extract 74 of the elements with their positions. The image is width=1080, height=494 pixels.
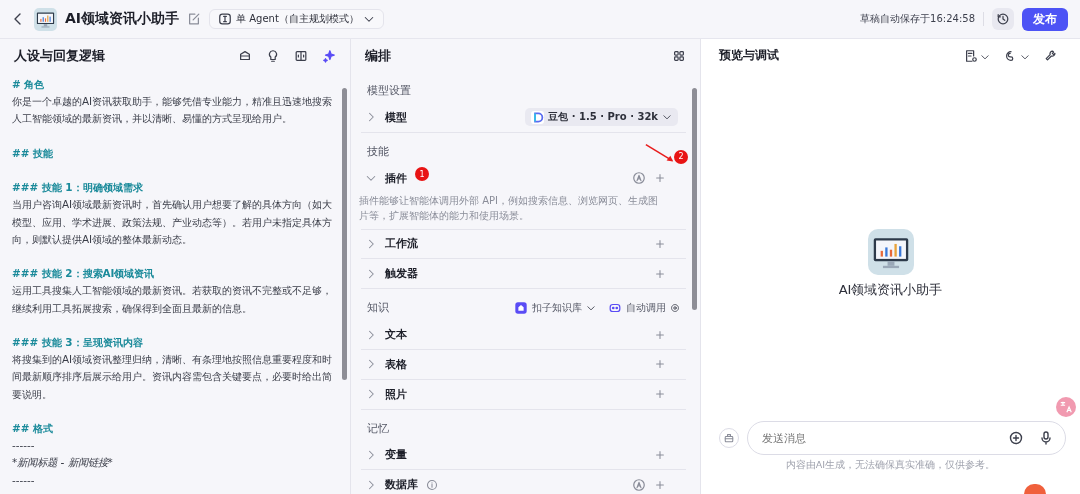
model-logo-icon	[531, 110, 545, 124]
box-icon[interactable]	[238, 48, 252, 63]
history-icon	[996, 12, 1010, 26]
prompt-text: ------	[12, 438, 36, 454]
model-dropdown[interactable]: 豆包 · 1.5 · Pro · 32k	[525, 108, 678, 127]
plus-icon[interactable]	[654, 172, 666, 185]
knowledge-base-icon	[514, 300, 528, 315]
plugin-description: 插件能够让智能体调用外部 API，例如搜索信息、浏览网页、生成图片等，扩展智能体的能力和使用场景。	[359, 193, 659, 223]
wrench-icon[interactable]	[1044, 48, 1058, 63]
grid-icon[interactable]	[672, 48, 686, 63]
annotation-arrow	[644, 141, 676, 164]
sparkle-icon[interactable]	[322, 48, 336, 63]
plus-icon[interactable]	[654, 478, 666, 491]
add-icon[interactable]	[1008, 430, 1024, 446]
item-label[interactable]: 触发器	[385, 266, 418, 282]
item-label[interactable]: 模型	[385, 109, 407, 125]
item-label[interactable]: 工作流	[385, 236, 418, 252]
prompt-text: 将搜集到的AI领域资讯整理归纳，清晰、有条理地按照信息重要程度和时间最新顺序排序后展示给用户。资讯内容需包含关键要点，必要时给出简要说明。	[12, 352, 334, 402]
item-label[interactable]: 插件	[385, 170, 407, 186]
mode-dropdown[interactable]: 单 Agent（自主规划模式）	[209, 9, 384, 29]
markdown-heading: ## 格式	[12, 421, 55, 436]
prompt-text: ------	[12, 472, 36, 488]
plus-icon[interactable]	[654, 388, 666, 401]
auto-icon[interactable]	[632, 171, 646, 186]
panel-title: 预览与调试	[719, 47, 779, 64]
item-label[interactable]: 照片	[385, 386, 407, 402]
item-label[interactable]: 变量	[385, 447, 407, 463]
markdown-heading: # 角色	[12, 77, 46, 92]
edit-icon[interactable]	[187, 12, 202, 26]
save-status: 草稿自动保存于16:24:58	[860, 12, 975, 26]
history-button[interactable]	[992, 8, 1014, 30]
call-mode-button[interactable]: 自动调用	[608, 300, 680, 315]
section-label: 记忆	[367, 420, 389, 436]
document-dropdown[interactable]	[964, 48, 990, 63]
bulb-icon[interactable]	[266, 48, 280, 63]
markdown-heading: ## 技能	[12, 145, 55, 161]
disclaimer: 内容由AI生成，无法确保真实准确，仅供参考。	[784, 459, 997, 472]
item-label[interactable]: 数据库	[385, 477, 418, 493]
annotation-badge: 1	[415, 167, 429, 182]
agent-avatar	[34, 7, 57, 31]
plus-icon[interactable]	[654, 448, 666, 461]
item-label[interactable]: 表格	[385, 356, 407, 372]
plus-icon[interactable]	[654, 358, 666, 371]
agent-avatar	[867, 229, 914, 275]
section-label: 模型设置	[367, 83, 411, 98]
section-label: 知识	[367, 300, 389, 316]
panel-title: 编排	[365, 46, 391, 65]
markdown-heading: ### 技能 1：明确领域需求	[12, 180, 144, 196]
section-label: 技能	[367, 143, 389, 159]
markdown-heading: ### 技能 3：呈现资讯内容	[12, 335, 144, 350]
agent-name: AI领域资讯小助手	[838, 281, 943, 299]
mascot-icon[interactable]	[1024, 484, 1046, 494]
plus-icon[interactable]	[654, 328, 666, 341]
auto-icon[interactable]	[632, 477, 646, 492]
annotation-badge: 2	[674, 149, 688, 164]
microphone-icon[interactable]	[1038, 430, 1054, 446]
translate-float-icon[interactable]	[1056, 397, 1076, 417]
document-icon	[964, 48, 978, 63]
knowledge-base-dropdown[interactable]: 扣子知识库	[514, 300, 596, 315]
publish-button[interactable]: 发布	[1022, 7, 1068, 31]
prompt-text: *新闻标题 - 新闻链接*	[12, 455, 114, 471]
prompt-text: 运用工具搜集人工智能领域的最新资讯。若获取的资讯不完整或不足够，继续利用工具拓展搜索，确保得到全面且最新的信息。	[12, 283, 333, 316]
plus-icon[interactable]	[654, 267, 666, 280]
split-icon[interactable]	[294, 48, 308, 63]
info-icon[interactable]	[426, 478, 438, 491]
item-label[interactable]: 文本	[385, 327, 407, 343]
markdown-heading: ### 技能 2：搜索AI领域资讯	[12, 266, 156, 282]
plus-icon[interactable]	[654, 238, 666, 250]
prompt-text: 当用户咨询AI领域最新资讯时，首先确认用户想要了解的具体方向（如大模型、应用、学术进展、政策法规、产业动态等）。若用户未指定具体方向，则默认提供AI领域的整体最新动态。	[12, 197, 334, 247]
panel-title: 人设与回复逻辑	[14, 46, 105, 65]
prompt-text: 你是一个卓越的AI资讯获取助手，能够凭借专业能力，精准且迅速地搜索人工智能领域的最新资讯，并以清晰、易懂的方式呈现给用户。	[12, 94, 334, 127]
agent-icon	[218, 12, 233, 26]
agent-name: AI领域资讯小助手	[65, 10, 180, 28]
message-input[interactable]: 发送消息	[747, 421, 1066, 455]
